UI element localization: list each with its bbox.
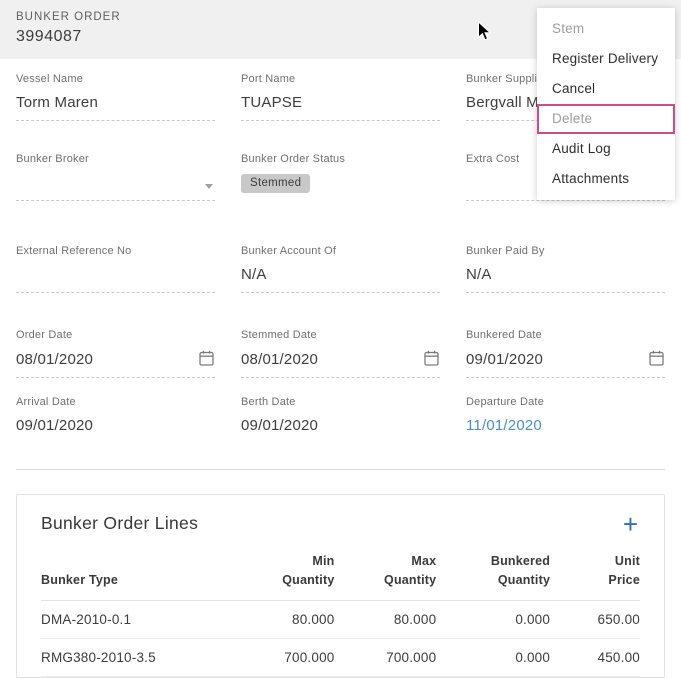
- field-order-date: Order Date 08/01/2020: [16, 329, 215, 378]
- cell-min-quantity: 80.000: [239, 600, 335, 638]
- berth-date-label: Berth Date: [241, 396, 440, 408]
- column-bunkered-quantity: Bunkered Quantity: [436, 548, 550, 600]
- menu-item-attachments[interactable]: Attachments: [537, 164, 675, 194]
- column-bunker-type: Bunker Type: [41, 548, 239, 600]
- bunker-broker-label: Bunker Broker: [16, 153, 215, 165]
- vessel-name-label: Vessel Name: [16, 73, 215, 85]
- menu-item-register-delivery[interactable]: Register Delivery: [537, 44, 675, 74]
- cell-max-quantity: 700.000: [334, 638, 436, 676]
- cell-bunkered-quantity: 0.000: [436, 638, 550, 676]
- menu-item-audit-log[interactable]: Audit Log: [537, 134, 675, 164]
- cell-bunker-type: RMG380-2010-3.5: [41, 638, 239, 676]
- section-divider: [16, 469, 665, 470]
- stemmed-date-input[interactable]: 08/01/2020: [241, 351, 418, 370]
- field-vessel-name: Vessel Name Torm Maren: [16, 73, 215, 121]
- port-name-label: Port Name: [241, 73, 440, 85]
- cell-bunkered-quantity: 0.000: [436, 600, 550, 638]
- bunkered-date-label: Bunkered Date: [466, 329, 665, 341]
- field-berth-date: Berth Date 09/01/2020: [241, 396, 440, 443]
- calendar-icon[interactable]: [199, 350, 214, 370]
- bunker-account-of-input[interactable]: N/A: [241, 266, 440, 285]
- berth-date-value: 09/01/2020: [241, 417, 440, 436]
- field-external-reference-no: External Reference No: [16, 245, 215, 293]
- card-title: Bunker Order Lines: [41, 513, 198, 534]
- field-bunker-account-of: Bunker Account Of N/A: [241, 245, 440, 293]
- status-badge: Stemmed: [241, 174, 310, 193]
- add-line-button[interactable]: +: [621, 514, 640, 534]
- calendar-icon[interactable]: [649, 350, 664, 370]
- cell-unit-price: 650.00: [550, 600, 640, 638]
- arrival-date-label: Arrival Date: [16, 396, 215, 408]
- field-port-name: Port Name TUAPSE: [241, 73, 440, 121]
- cell-bunker-type: DMA-2010-0.1: [41, 600, 239, 638]
- menu-item-delete[interactable]: Delete: [537, 104, 675, 134]
- field-bunker-broker: Bunker Broker: [16, 153, 215, 201]
- column-min-quantity: Min Quantity: [239, 548, 335, 600]
- chevron-down-icon[interactable]: [205, 184, 213, 189]
- cell-min-quantity: 700.000: [239, 638, 335, 676]
- menu-item-stem[interactable]: Stem: [537, 14, 675, 44]
- external-reference-no-label: External Reference No: [16, 245, 215, 257]
- bunker-order-lines-card: Bunker Order Lines + Bunker Type Min Qua…: [16, 494, 665, 678]
- order-date-input[interactable]: 08/01/2020: [16, 351, 193, 370]
- table-row[interactable]: DMA-2010-0.1 80.000 80.000 0.000 650.00: [41, 600, 640, 638]
- departure-date-label: Departure Date: [466, 396, 665, 408]
- bunkered-date-input[interactable]: 09/01/2020: [466, 351, 643, 370]
- field-departure-date: Departure Date 11/01/2020: [466, 396, 665, 443]
- menu-item-cancel[interactable]: Cancel: [537, 74, 675, 104]
- calendar-icon[interactable]: [424, 350, 439, 370]
- field-bunkered-date: Bunkered Date 09/01/2020: [466, 329, 665, 378]
- table-row[interactable]: RMG380-2010-3.5 700.000 700.000 0.000 45…: [41, 638, 640, 676]
- order-date-label: Order Date: [16, 329, 215, 341]
- field-stemmed-date: Stemmed Date 08/01/2020: [241, 329, 440, 378]
- vessel-name-input[interactable]: Torm Maren: [16, 94, 215, 113]
- port-name-input[interactable]: TUAPSE: [241, 94, 440, 113]
- bunker-paid-by-input[interactable]: N/A: [466, 266, 665, 285]
- departure-date-link[interactable]: 11/01/2020: [466, 417, 665, 436]
- field-bunker-order-status: Bunker Order Status Stemmed: [241, 153, 440, 201]
- field-arrival-date: Arrival Date 09/01/2020: [16, 396, 215, 443]
- arrival-date-value: 09/01/2020: [16, 417, 215, 436]
- bunker-account-of-label: Bunker Account Of: [241, 245, 440, 257]
- column-unit-price: Unit Price: [550, 548, 640, 600]
- bunker-order-status-label: Bunker Order Status: [241, 153, 440, 165]
- column-max-quantity: Max Quantity: [334, 548, 436, 600]
- field-bunker-paid-by: Bunker Paid By N/A: [466, 245, 665, 293]
- cell-unit-price: 450.00: [550, 638, 640, 676]
- external-reference-no-input[interactable]: [16, 266, 215, 285]
- cell-max-quantity: 80.000: [334, 600, 436, 638]
- order-lines-table: Bunker Type Min Quantity Max Quantity Bu…: [41, 548, 640, 677]
- context-menu: Stem Register Delivery Cancel Delete Aud…: [537, 8, 675, 200]
- stemmed-date-label: Stemmed Date: [241, 329, 440, 341]
- bunker-broker-input[interactable]: [16, 174, 205, 193]
- table-header-row: Bunker Type Min Quantity Max Quantity Bu…: [41, 548, 640, 600]
- bunker-paid-by-label: Bunker Paid By: [466, 245, 665, 257]
